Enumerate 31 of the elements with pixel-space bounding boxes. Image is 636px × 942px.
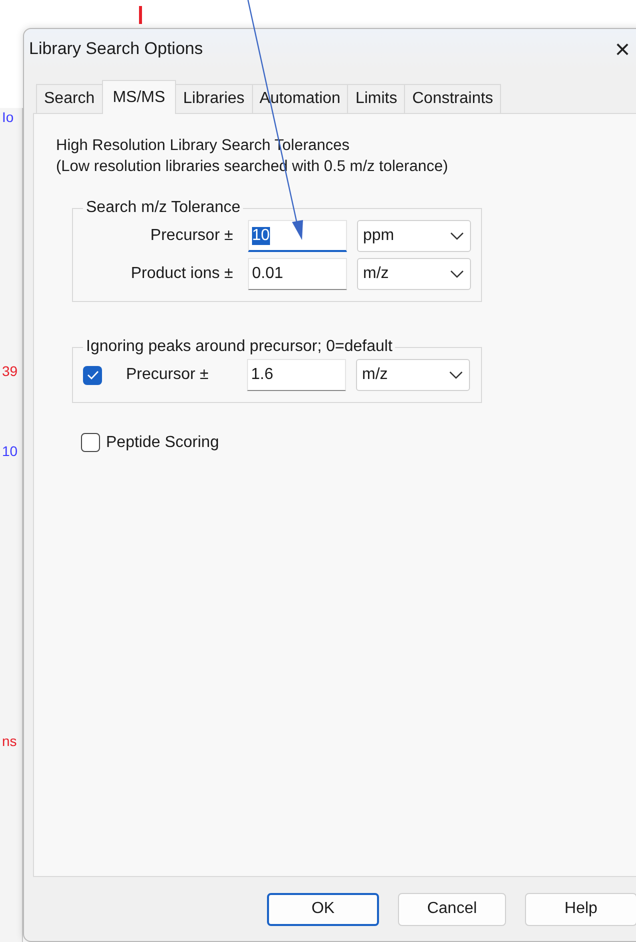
dialog-button[interactable]: Cancel xyxy=(398,892,506,926)
field-label: Product ions ± xyxy=(130,265,233,283)
group-title: Search m/z Tolerance xyxy=(85,199,242,217)
background-text: 10 xyxy=(2,442,18,460)
tab[interactable]: MS/MS xyxy=(102,80,176,114)
dialog-button[interactable]: Help xyxy=(525,892,636,926)
unit-dropdown[interactable]: m/z xyxy=(357,258,471,290)
checkmark-icon xyxy=(86,370,98,380)
background-text: 39 xyxy=(2,362,18,380)
chevron-down-icon xyxy=(450,270,464,278)
chevron-down-icon xyxy=(450,232,464,240)
checkbox[interactable] xyxy=(83,366,102,384)
unit-dropdown[interactable]: ppm xyxy=(357,220,471,252)
input-field[interactable]: 0.01 xyxy=(248,258,347,290)
close-button[interactable]: × xyxy=(614,34,630,64)
window-title: Library Search Options xyxy=(29,39,204,59)
group-title: Ignoring peaks around precursor; 0=default xyxy=(85,338,394,356)
checkbox[interactable] xyxy=(81,433,100,452)
background-text: ns xyxy=(2,732,17,750)
tab[interactable]: Search xyxy=(36,84,103,113)
field-label: Precursor ± xyxy=(149,227,233,245)
input-field[interactable]: 1.6 xyxy=(247,359,346,391)
input-field[interactable]: 10 xyxy=(248,220,347,252)
background-text: Io xyxy=(2,108,14,126)
checkbox-label: Precursor ± xyxy=(126,366,210,384)
unit-dropdown[interactable]: m/z xyxy=(356,359,470,391)
tab[interactable]: Constraints xyxy=(404,84,502,113)
checkbox-label: Peptide Scoring xyxy=(106,434,219,452)
dialog-button[interactable]: OK xyxy=(267,892,379,926)
chevron-down-icon xyxy=(449,371,463,379)
vertical-line xyxy=(139,6,142,24)
